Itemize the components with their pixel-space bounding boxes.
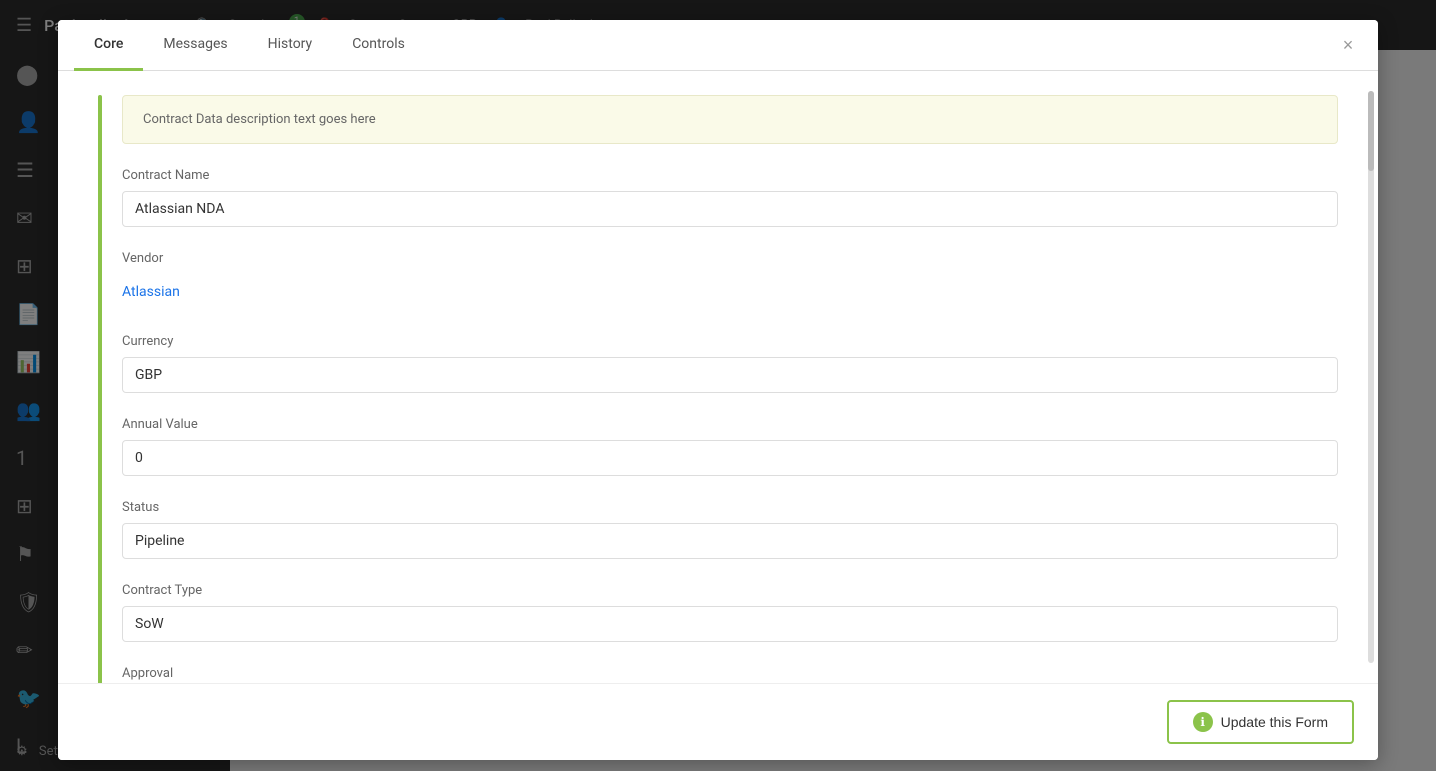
update-form-label: Update this Form [1221, 714, 1328, 730]
annual-value-label: Annual Value [122, 417, 1338, 432]
contract-type-value[interactable]: SoW [122, 606, 1338, 642]
approval-label: Approval [122, 666, 1338, 681]
contract-type-field: Contract Type SoW [122, 583, 1338, 642]
scrollbar-thumb[interactable] [1368, 91, 1374, 171]
currency-label: Currency [122, 334, 1338, 349]
tab-messages[interactable]: Messages [143, 20, 247, 71]
status-value[interactable]: Pipeline [122, 523, 1338, 559]
description-box: Contract Data description text goes here [122, 95, 1338, 144]
tab-core[interactable]: Core [74, 20, 143, 71]
modal-dialog: Core Messages History Controls × Contrac… [58, 20, 1378, 760]
vendor-value[interactable]: Atlassian [122, 274, 1338, 310]
tab-controls[interactable]: Controls [332, 20, 425, 71]
description-text: Contract Data description text goes here [143, 112, 376, 127]
contract-type-label: Contract Type [122, 583, 1338, 598]
scrollbar-track [1368, 91, 1374, 663]
vendor-field: Vendor Atlassian [122, 251, 1338, 310]
annual-value-value[interactable]: 0 [122, 440, 1338, 476]
currency-value[interactable]: GBP [122, 357, 1338, 393]
status-field: Status Pipeline [122, 500, 1338, 559]
modal-close-button[interactable]: × [1334, 31, 1362, 59]
contract-name-label: Contract Name [122, 168, 1338, 183]
modal-footer: ℹ Update this Form [58, 683, 1378, 760]
modal-body-layout: Contract Data description text goes here… [98, 95, 1338, 683]
annual-value-field: Annual Value 0 [122, 417, 1338, 476]
approval-field: Approval [122, 666, 1338, 683]
status-label: Status [122, 500, 1338, 515]
modal-body-content: Contract Data description text goes here… [102, 95, 1338, 683]
update-form-button[interactable]: ℹ Update this Form [1167, 700, 1354, 744]
contract-name-field: Contract Name Atlassian NDA [122, 168, 1338, 227]
currency-field: Currency GBP [122, 334, 1338, 393]
modal-body: Contract Data description text goes here… [58, 71, 1378, 683]
vendor-label: Vendor [122, 251, 1338, 266]
update-form-icon: ℹ [1193, 712, 1213, 732]
contract-name-value[interactable]: Atlassian NDA [122, 191, 1338, 227]
tab-history[interactable]: History [248, 20, 333, 71]
modal-tabs: Core Messages History Controls × [58, 20, 1378, 71]
